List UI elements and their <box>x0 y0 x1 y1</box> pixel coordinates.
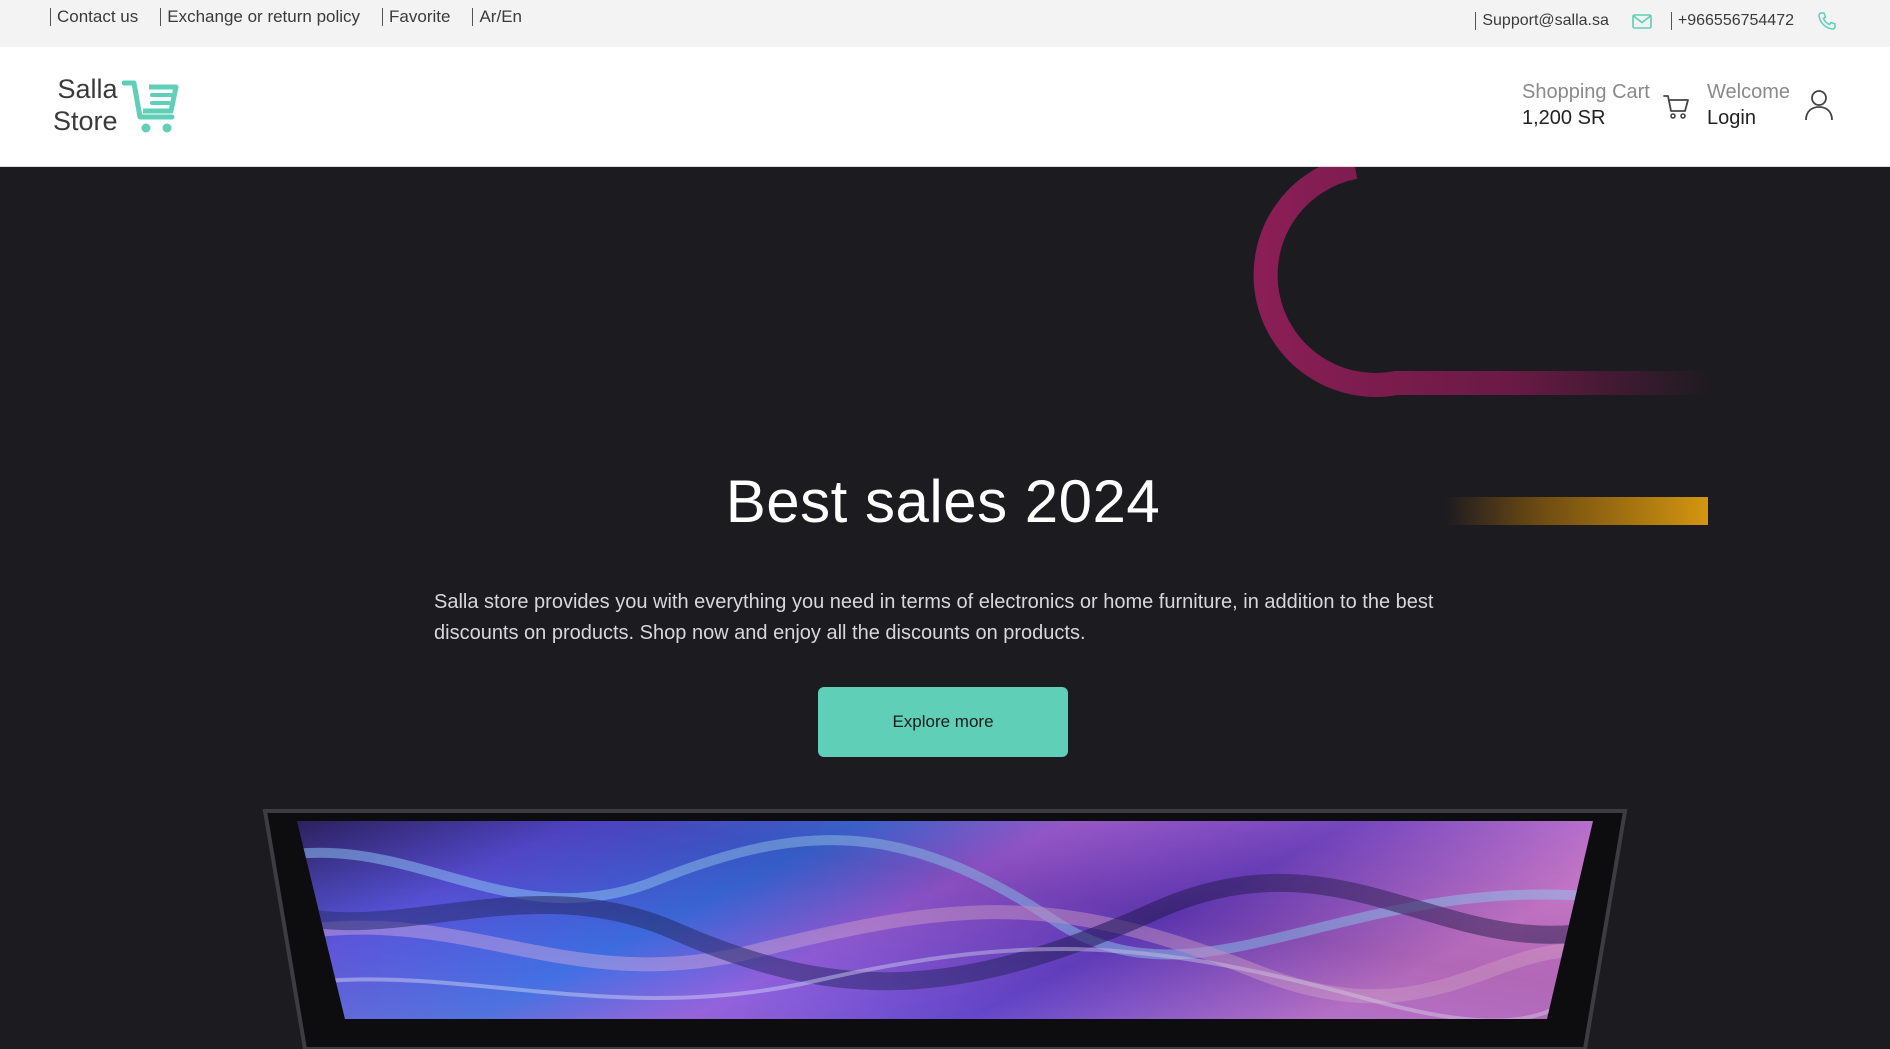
top-utility-bar: Contact us Exchange or return policy Fav… <box>0 0 1890 47</box>
hero-banner: Best sales 2024 Salla store provides you… <box>0 167 1890 1049</box>
store-logo[interactable]: Salla Store <box>53 73 180 140</box>
favorite-link[interactable]: Favorite <box>382 8 450 26</box>
cart-icon[interactable] <box>1662 92 1690 125</box>
magenta-arc <box>1253 167 1710 397</box>
return-policy-link[interactable]: Exchange or return policy <box>160 8 360 26</box>
language-toggle-link[interactable]: Ar/En <box>472 8 522 26</box>
explore-more-button[interactable]: Explore more <box>818 687 1068 757</box>
user-icon[interactable] <box>1804 89 1834 126</box>
login-link[interactable]: Login <box>1707 105 1790 131</box>
support-email[interactable]: Support@salla.sa <box>1475 12 1609 30</box>
shopping-cart[interactable]: Shopping Cart 1,200 SR <box>1522 79 1690 131</box>
logo-line-1: Salla <box>57 74 118 104</box>
hero-title: Best sales 2024 <box>725 468 1161 535</box>
phone-icon <box>1816 12 1838 30</box>
support-phone[interactable]: +966556754472 <box>1670 12 1794 30</box>
account-login[interactable]: Welcome Login <box>1707 79 1834 131</box>
top-links: Contact us Exchange or return policy Fav… <box>50 8 522 26</box>
site-header: Salla Store Shopping Cart 1,200 SR Welco… <box>0 47 1890 167</box>
mail-icon <box>1631 12 1653 30</box>
logo-line-2: Store <box>53 106 118 136</box>
welcome-text: Welcome <box>1707 81 1790 103</box>
logo-text: Salla Store <box>53 73 118 137</box>
contact-info: Support@salla.sa +966556754472 <box>1475 12 1838 30</box>
contact-us-link[interactable]: Contact us <box>50 8 138 26</box>
cart-label: Shopping Cart <box>1522 81 1650 103</box>
logo-cart-icon <box>121 77 180 140</box>
laptop-image <box>262 809 1628 1049</box>
cart-amount: 1,200 SR <box>1522 107 1606 129</box>
hero-description: Salla store provides you with everything… <box>434 591 1434 644</box>
